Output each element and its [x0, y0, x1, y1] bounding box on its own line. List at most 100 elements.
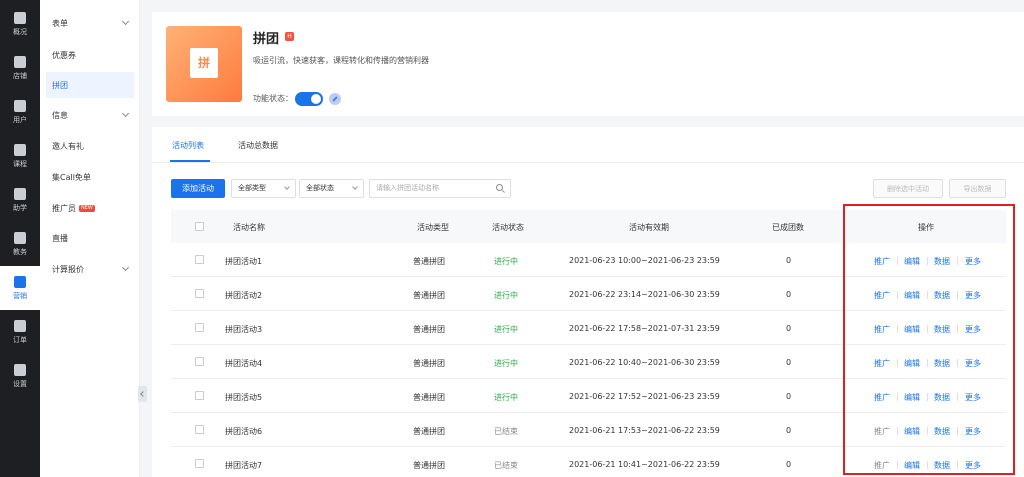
- edit-link[interactable]: 编辑: [904, 392, 920, 403]
- search-icon[interactable]: [496, 184, 503, 191]
- link-icon[interactable]: [329, 93, 341, 105]
- data-link[interactable]: 数据: [934, 358, 950, 369]
- row-checkbox[interactable]: [195, 323, 204, 332]
- data-link[interactable]: 数据: [934, 324, 950, 335]
- rail-item-8[interactable]: 设置: [0, 354, 40, 398]
- tab-activity-list[interactable]: 活动列表: [172, 140, 204, 151]
- rail-item-3[interactable]: 课程: [0, 134, 40, 178]
- more-link[interactable]: 更多: [965, 426, 981, 437]
- promote-link[interactable]: 推广: [874, 324, 890, 335]
- rail-item-4[interactable]: 助学: [0, 178, 40, 222]
- edit-link[interactable]: 编辑: [904, 426, 920, 437]
- select-all-checkbox[interactable]: [195, 222, 204, 231]
- more-link[interactable]: 更多: [965, 358, 981, 369]
- promote-link[interactable]: 推广: [874, 426, 890, 437]
- subnav-item-7[interactable]: 直播: [46, 225, 134, 251]
- activity-period: 2021-06-23 10:00~2021-06-23 23:59: [569, 256, 720, 265]
- promote-link[interactable]: 推广: [874, 290, 890, 301]
- col-type: 活动类型: [417, 223, 449, 232]
- rail-item-label: 营销: [13, 291, 27, 300]
- rail-item-label: 课程: [13, 159, 27, 168]
- subnav-item-5[interactable]: 集Call免单: [46, 164, 134, 190]
- activity-type: 普通拼团: [413, 257, 445, 266]
- subnav-item-1[interactable]: 优惠券: [46, 42, 134, 68]
- subnav-item-2[interactable]: 拼团: [46, 72, 134, 98]
- rail-item-label: 用户: [13, 115, 27, 124]
- delete-selected-button[interactable]: 删除选中活动: [873, 179, 943, 198]
- edit-link[interactable]: 编辑: [904, 460, 920, 471]
- group-count: 0: [786, 256, 792, 265]
- activity-search-input[interactable]: 请输入拼团活动名称: [369, 179, 511, 198]
- data-link[interactable]: 数据: [934, 290, 950, 301]
- col-period: 活动有效期: [629, 223, 669, 232]
- col-status: 活动状态: [492, 223, 524, 232]
- row-checkbox[interactable]: [195, 391, 204, 400]
- collapse-sidebar-handle[interactable]: [138, 386, 147, 402]
- activity-name: 拼团活动7: [225, 461, 263, 470]
- action-separator: [897, 393, 898, 401]
- subnav-item-8[interactable]: 计算报价: [46, 256, 134, 282]
- tab-activity-stats[interactable]: 活动总数据: [238, 140, 278, 151]
- row-checkbox[interactable]: [195, 357, 204, 366]
- table-header: 活动名称 活动类型 活动状态 活动有效期 已成团数 操作: [171, 210, 1006, 243]
- action-separator: [927, 257, 928, 265]
- action-separator: [897, 325, 898, 333]
- data-link[interactable]: 数据: [934, 460, 950, 471]
- data-link[interactable]: 数据: [934, 392, 950, 403]
- add-activity-button[interactable]: 添加活动: [171, 179, 225, 198]
- rail-item-7[interactable]: 订单: [0, 310, 40, 354]
- row-checkbox[interactable]: [195, 255, 204, 264]
- edit-link[interactable]: 编辑: [904, 358, 920, 369]
- rail-item-0[interactable]: 概况: [0, 2, 40, 46]
- edit-link[interactable]: 编辑: [904, 290, 920, 301]
- more-link[interactable]: 更多: [965, 290, 981, 301]
- edit-link[interactable]: 编辑: [904, 324, 920, 335]
- promote-link[interactable]: 推广: [874, 392, 890, 403]
- edit-link[interactable]: 编辑: [904, 256, 920, 267]
- subnav-item-4[interactable]: 邀人有礼: [46, 133, 134, 159]
- subnav-item-3[interactable]: 信息: [46, 102, 134, 128]
- data-link[interactable]: 数据: [934, 426, 950, 437]
- users-icon: [14, 99, 26, 112]
- more-link[interactable]: 更多: [965, 460, 981, 471]
- row-checkbox[interactable]: [195, 289, 204, 298]
- gear-icon: [14, 363, 26, 376]
- status-select[interactable]: 全部状态: [299, 179, 364, 198]
- more-link[interactable]: 更多: [965, 256, 981, 267]
- rail-item-6[interactable]: 营销: [0, 266, 40, 310]
- activity-period: 2021-06-22 10:40~2021-06-30 23:59: [569, 358, 720, 367]
- more-link[interactable]: 更多: [965, 324, 981, 335]
- rail-item-2[interactable]: 用户: [0, 90, 40, 134]
- subnav-item-label: 直播: [52, 233, 68, 243]
- app-description: 吸运引流，快速获客，课程转化和传播的营销利器: [253, 56, 429, 65]
- activity-period: 2021-06-22 17:52~2021-06-23 23:59: [569, 392, 720, 401]
- rail-item-label: 订单: [13, 335, 27, 344]
- more-link[interactable]: 更多: [965, 392, 981, 403]
- data-link[interactable]: 数据: [934, 256, 950, 267]
- promote-link[interactable]: 推广: [874, 460, 890, 471]
- table-row: 拼团活动3 普通拼团 进行中 2021-06-22 17:58~2021-07-31 …: [171, 311, 1006, 345]
- subnav-item-0[interactable]: 表单: [46, 10, 134, 36]
- export-data-button[interactable]: 导出数据: [949, 179, 1006, 198]
- feature-status-label: 功能状态：: [253, 94, 293, 103]
- rail-item-1[interactable]: 店铺: [0, 46, 40, 90]
- activity-type: 普通拼团: [413, 325, 445, 334]
- rail-item-5[interactable]: 教务: [0, 222, 40, 266]
- chevron-down-icon: [352, 184, 358, 190]
- active-tab-indicator: [170, 160, 210, 162]
- book-icon: [14, 143, 26, 156]
- order-icon: [14, 319, 26, 332]
- action-separator: [897, 427, 898, 435]
- subnav-item-6[interactable]: 推广员 NEW: [46, 195, 134, 221]
- action-separator: [927, 325, 928, 333]
- type-select[interactable]: 全部类型: [231, 179, 296, 198]
- rail-item-label: 教务: [13, 247, 27, 256]
- group-count: 0: [786, 426, 792, 435]
- subnav-item-label: 优惠券: [52, 50, 76, 60]
- promote-link[interactable]: 推广: [874, 358, 890, 369]
- feature-status-toggle[interactable]: [295, 92, 323, 106]
- hot-badge-icon: H: [285, 32, 294, 41]
- promote-link[interactable]: 推广: [874, 256, 890, 267]
- row-checkbox[interactable]: [195, 425, 204, 434]
- row-checkbox[interactable]: [195, 459, 204, 468]
